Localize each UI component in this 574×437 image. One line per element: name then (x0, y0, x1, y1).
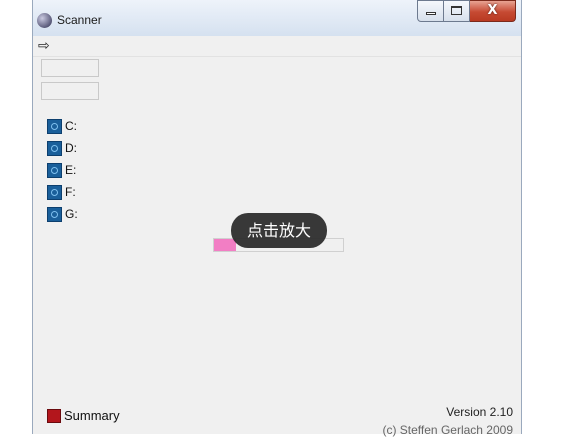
toolbar: ⇨ (33, 36, 521, 57)
drive-item-f[interactable]: F: (47, 181, 78, 203)
summary-label: Summary (64, 408, 120, 423)
drive-icon (47, 206, 62, 222)
scanner-window: Scanner X ⇨ C: D: E: F: G: 点击放大 Summary … (32, 0, 522, 437)
drive-label: C: (65, 119, 77, 133)
drive-item-e[interactable]: E: (47, 159, 78, 181)
path-box-2 (41, 82, 99, 100)
progress-fill (214, 239, 236, 251)
app-icon (37, 13, 52, 28)
minimize-button[interactable] (417, 0, 444, 22)
drive-label: F: (65, 185, 76, 199)
copyright-label: (c) Steffen Gerlach 2009 (382, 423, 513, 437)
close-button[interactable]: X (470, 0, 516, 22)
arrow-right-icon[interactable]: ⇨ (38, 38, 50, 54)
path-box-1 (41, 59, 99, 77)
summary-button[interactable]: Summary (47, 408, 120, 423)
drive-label: G: (65, 207, 78, 221)
summary-icon (47, 408, 61, 423)
version-label: Version 2.10 (446, 405, 513, 419)
drive-icon (47, 184, 62, 200)
drive-item-d[interactable]: D: (47, 137, 78, 159)
window-title: Scanner (57, 13, 102, 27)
maximize-button[interactable] (444, 0, 470, 22)
drive-label: E: (65, 163, 77, 177)
drive-icon (47, 118, 62, 134)
drive-list: C: D: E: F: G: (47, 115, 78, 225)
caption-buttons: X (417, 0, 521, 26)
title-bar[interactable]: Scanner X (33, 0, 521, 36)
drive-icon (47, 162, 62, 178)
close-icon: X (487, 3, 498, 18)
drive-icon (47, 140, 62, 156)
drive-item-g[interactable]: G: (47, 203, 78, 225)
zoom-hint-tooltip[interactable]: 点击放大 (231, 213, 327, 248)
drive-label: D: (65, 141, 77, 155)
drive-item-c[interactable]: C: (47, 115, 78, 137)
